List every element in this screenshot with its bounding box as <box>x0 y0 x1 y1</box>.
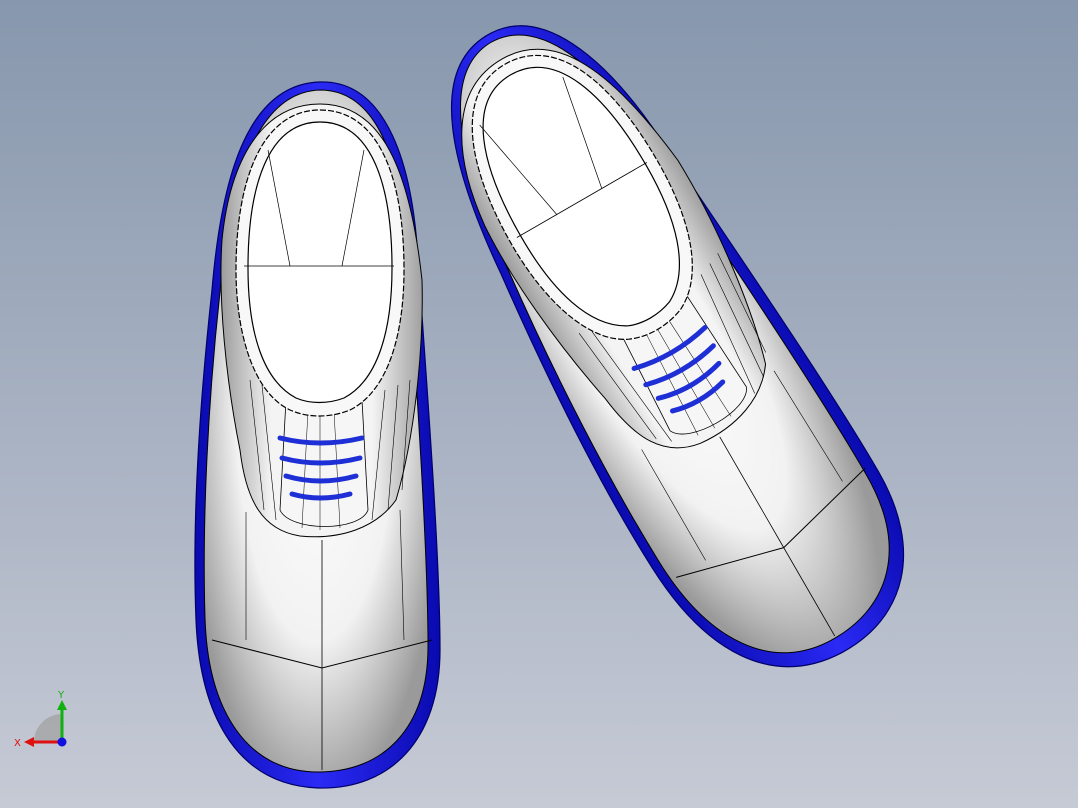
right-shoe[interactable] <box>379 0 947 714</box>
left-shoe[interactable] <box>194 81 441 789</box>
triad-plane-shade <box>34 714 62 742</box>
model-view[interactable] <box>0 0 1078 808</box>
triad-x-label: X <box>14 738 21 749</box>
triad-x-arrow-icon <box>24 737 34 747</box>
graphics-viewport[interactable]: Y X <box>0 0 1078 808</box>
triad-z-axis-icon <box>57 737 67 747</box>
left-shoe-insole <box>247 121 393 404</box>
triad-y-arrow-icon <box>57 700 67 710</box>
triad-y-label: Y <box>57 690 65 701</box>
coordinate-triad: Y X <box>14 690 67 749</box>
